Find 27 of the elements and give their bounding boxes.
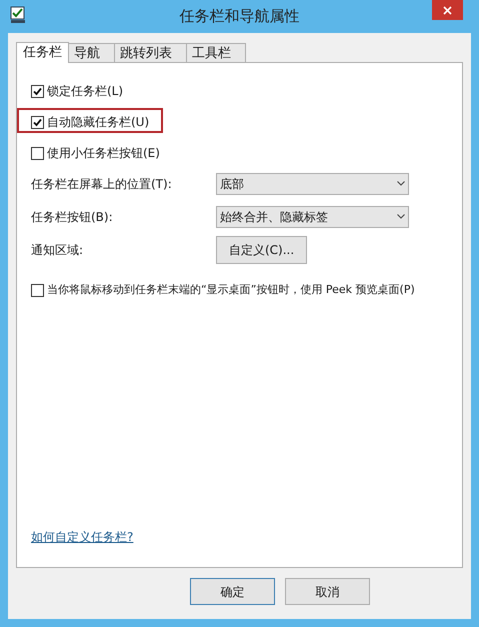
tab[interactable]: 任务栏 — [16, 42, 69, 63]
help-link[interactable]: 如何自定义任务栏? — [31, 528, 134, 546]
dropdown[interactable]: 底部 — [216, 172, 409, 194]
setting-label: 通知区域: — [31, 242, 84, 258]
close-button[interactable] — [432, 0, 463, 20]
setting-label: 任务栏按钮(B): — [31, 208, 114, 226]
dialog-button[interactable]: 确定 — [190, 578, 275, 605]
dialog-button[interactable]: 取消 — [285, 578, 370, 605]
chevron-icon — [397, 181, 405, 186]
customize-button[interactable]: 自定义(C)... — [216, 236, 308, 264]
tab[interactable]: 工具栏 — [186, 43, 246, 62]
checkbox-label: 当你将鼠标移动到任务栏末端的“显示桌面”按钮时，使用 Peek 预览桌面(P) — [47, 282, 415, 298]
dropdown[interactable]: 始终合并、隐藏标签 — [216, 206, 409, 228]
checkbox[interactable] — [31, 146, 44, 160]
checkbox[interactable] — [31, 84, 44, 98]
checkbox[interactable] — [31, 116, 44, 128]
setting-label: 任务栏在屏幕上的位置(T): — [31, 176, 173, 192]
chevron-icon — [397, 214, 405, 219]
checkbox-label: 锁定任务栏(L) — [47, 83, 124, 100]
tab[interactable]: 导航 — [68, 43, 115, 62]
close-icon — [443, 6, 452, 14]
checkbox-label: 使用小任务栏按钮(E) — [47, 145, 160, 162]
tab[interactable]: 跳转列表 — [114, 43, 187, 62]
app-icon — [10, 6, 26, 24]
window-title: 任务栏和导航属性 — [180, 6, 300, 28]
checkbox-label: 自动隐藏任务栏(U) — [47, 114, 150, 131]
checkbox[interactable] — [31, 284, 44, 297]
